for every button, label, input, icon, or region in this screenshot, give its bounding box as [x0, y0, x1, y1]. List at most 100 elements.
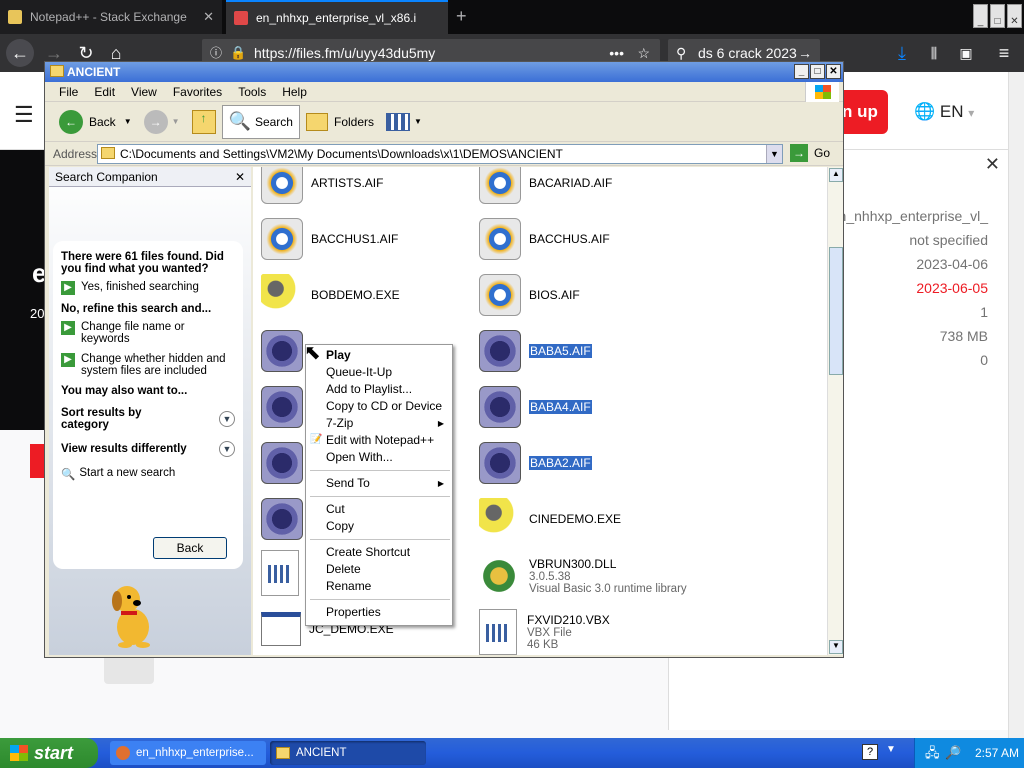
- minimize-icon[interactable]: _: [973, 4, 988, 28]
- file-item[interactable]: [261, 495, 311, 543]
- search-tray-icon[interactable]: 🔎: [945, 738, 961, 768]
- change-name-link[interactable]: ▶ Change file name or keywords: [61, 321, 235, 345]
- globe-icon: 🌐: [914, 102, 936, 121]
- menu-bar: File Edit View Favorites Tools Help: [45, 82, 843, 102]
- companion-back-button[interactable]: Back: [153, 537, 227, 559]
- taskbar-item-browser[interactable]: en_nhhxp_enterprise...: [110, 741, 266, 765]
- browser-tab-1[interactable]: Notepad++ - Stack Exchange / Exploitatio…: [0, 0, 222, 34]
- new-search-link[interactable]: 🔍 Start a new search: [61, 467, 235, 481]
- page-button-fragment[interactable]: [104, 658, 154, 684]
- scroll-thumb[interactable]: [829, 247, 843, 375]
- search-button[interactable]: 🔍 Search: [221, 104, 300, 139]
- menu-item-queue[interactable]: Queue-It-Up: [326, 365, 392, 379]
- file-list-scrollbar[interactable]: ▲ ▼: [827, 167, 843, 655]
- menu-item-properties[interactable]: Properties: [326, 605, 381, 619]
- menu-item-delete[interactable]: Delete: [326, 562, 361, 576]
- menu-view[interactable]: View: [123, 85, 165, 99]
- file-item[interactable]: BACCHUS1.AIF: [261, 215, 398, 263]
- file-item[interactable]: ARTISTS.AIF: [261, 167, 383, 207]
- browser-tab-2[interactable]: en_nhhxp_enterprise_vl_x86.iso | Files.f…: [226, 0, 448, 34]
- file-item[interactable]: BABA2.AIF: [479, 439, 592, 487]
- menu-item-copy-cd[interactable]: Copy to CD or Device: [326, 399, 442, 413]
- media-player-icon: [479, 167, 521, 204]
- language-selector[interactable]: 🌐 EN ▾: [914, 102, 974, 122]
- mouse-cursor-icon: ⬉: [304, 342, 321, 364]
- menu-tools[interactable]: Tools: [230, 85, 274, 99]
- xp-close-icon[interactable]: ✕: [826, 64, 841, 79]
- file-item[interactable]: BABA4.AIF: [479, 383, 592, 431]
- menu-icon[interactable]: ≡: [992, 42, 1016, 64]
- file-item[interactable]: [261, 383, 311, 431]
- address-input[interactable]: C:\Documents and Settings\VM2\My Documen…: [97, 144, 783, 164]
- chevron-down-icon[interactable]: ▼: [172, 117, 180, 126]
- file-name: BABA5.AIF: [529, 344, 592, 358]
- menu-item-open-with[interactable]: Open With...: [326, 450, 393, 464]
- change-hidden-link[interactable]: ▶ Change whether hidden and system files…: [61, 353, 235, 377]
- file-item[interactable]: CINEDEMO.EXE: [479, 495, 621, 543]
- menu-help[interactable]: Help: [274, 85, 315, 99]
- new-tab-icon[interactable]: +: [456, 6, 467, 27]
- library-icon[interactable]: ⫼: [922, 42, 946, 64]
- hamburger-menu-icon[interactable]: ☰: [14, 102, 34, 128]
- file-item[interactable]: BABA5.AIF: [479, 327, 592, 375]
- start-button[interactable]: start: [0, 738, 98, 768]
- menu-item-rename[interactable]: Rename: [326, 579, 371, 593]
- signup-button[interactable]: n up: [840, 90, 888, 134]
- dark-media-icon: [479, 386, 521, 428]
- menu-favorites[interactable]: Favorites: [165, 85, 230, 99]
- maximize-icon[interactable]: □: [990, 4, 1005, 28]
- file-item[interactable]: BACARIAD.AIF: [479, 167, 612, 207]
- help-icon[interactable]: ?: [862, 744, 878, 760]
- chevron-down-icon[interactable]: ▼: [124, 117, 132, 126]
- close-icon[interactable]: ✕: [1007, 4, 1022, 28]
- file-item[interactable]: [261, 439, 311, 487]
- scroll-down-icon[interactable]: ▼: [829, 640, 843, 654]
- file-item[interactable]: BOBDEMO.EXE: [261, 271, 400, 319]
- menu-item-copy[interactable]: Copy: [326, 519, 354, 533]
- folders-button[interactable]: Folders: [300, 105, 380, 139]
- go-button[interactable]: → Go: [790, 144, 830, 162]
- explorer-title-bar[interactable]: ANCIENT _ □ ✕: [45, 62, 843, 82]
- views-button[interactable]: ▼: [380, 105, 428, 139]
- download-icon[interactable]: ⤓: [890, 42, 914, 64]
- file-item[interactable]: [261, 549, 309, 597]
- back-button[interactable]: ← Back ▼: [53, 105, 138, 139]
- tray-expand-icon[interactable]: ▼: [886, 744, 896, 755]
- yes-finished-link[interactable]: ▶ Yes, finished searching: [61, 281, 235, 295]
- page-scrollbar[interactable]: [1008, 72, 1024, 738]
- menu-item-play[interactable]: Play: [326, 348, 351, 362]
- scroll-up-icon[interactable]: ▲: [829, 168, 843, 182]
- menu-edit[interactable]: Edit: [86, 85, 123, 99]
- up-folder-button[interactable]: ↑: [186, 105, 222, 139]
- xp-maximize-icon[interactable]: □: [810, 64, 825, 79]
- menu-item-create-shortcut[interactable]: Create Shortcut: [326, 545, 410, 559]
- back-arrow-icon: ←: [59, 109, 83, 134]
- forward-button[interactable]: → ▼: [138, 105, 186, 139]
- network-icon[interactable]: 🖧: [925, 738, 940, 768]
- rover-dog-icon[interactable]: [103, 579, 163, 649]
- chevron-down-icon[interactable]: ▼: [766, 145, 782, 163]
- chevron-down-icon[interactable]: ▼: [414, 117, 422, 126]
- close-panel-icon[interactable]: ✕: [985, 154, 1000, 175]
- back-arrow-icon[interactable]: ←: [6, 39, 34, 67]
- menu-item-send-to[interactable]: Send To: [326, 476, 370, 490]
- file-item[interactable]: FXVID210.VBX VBX File 46 KB: [479, 605, 610, 655]
- menu-file[interactable]: File: [51, 85, 86, 99]
- xp-minimize-icon[interactable]: _: [794, 64, 809, 79]
- menu-item-add-playlist[interactable]: Add to Playlist...: [326, 382, 412, 396]
- file-item[interactable]: VBRUN300.DLL 3.0.5.38 Visual Basic 3.0 r…: [479, 549, 687, 603]
- address-text: C:\Documents and Settings\VM2\My Documen…: [120, 147, 563, 161]
- refine-heading: No, refine this search and...: [61, 303, 212, 315]
- menu-item-notepad[interactable]: Edit with Notepad++: [326, 433, 434, 447]
- taskbar-item-explorer[interactable]: ANCIENT: [270, 741, 426, 765]
- close-tab-icon[interactable]: ✕: [197, 9, 214, 25]
- sort-results-link[interactable]: Sort results by category ▼: [61, 407, 235, 431]
- notepad-favicon-icon: [8, 10, 22, 24]
- sidebar-icon[interactable]: ▣: [954, 42, 978, 64]
- file-item[interactable]: BIOS.AIF: [479, 271, 580, 319]
- view-results-link[interactable]: View results differently ▼: [61, 441, 235, 457]
- menu-item-cut[interactable]: Cut: [326, 502, 345, 516]
- close-icon[interactable]: ✕: [235, 167, 245, 187]
- file-item[interactable]: BACCHUS.AIF: [479, 215, 610, 263]
- menu-item-7zip[interactable]: 7-Zip: [326, 416, 353, 430]
